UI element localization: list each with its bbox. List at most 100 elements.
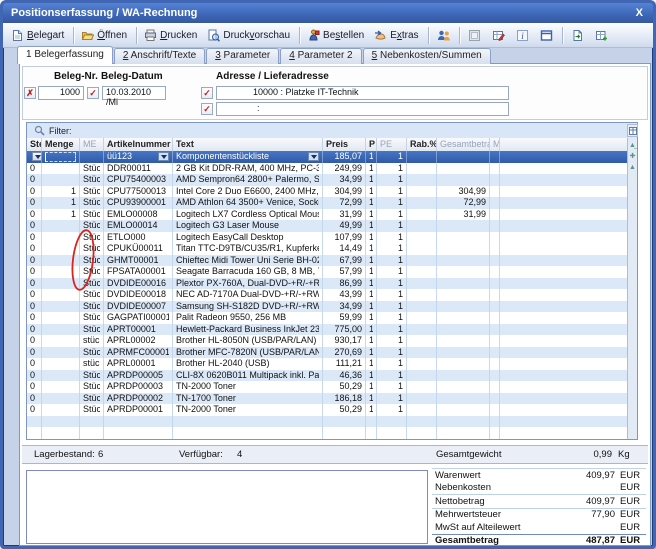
grid-header[interactable]: SteuMengeMEArtikelnummerTextPreisPPERab.… [27,138,629,152]
table-row[interactable]: 0StückAPRDP00002TN-1700 Toner186,1811 [27,393,629,405]
cell [490,416,500,428]
totals-row: Mehrwertsteuer77,90EUR [432,508,646,522]
column-header-M[interactable]: M [490,138,500,151]
cell [407,186,437,198]
window-button[interactable] [535,25,559,46]
cell [407,289,437,301]
cell [437,243,490,255]
table-row[interactable]: 0StückAPRT00001Hewlett-Packard Business … [27,324,629,336]
adresse-check-icon[interactable]: ✓ [201,87,213,99]
cell: Seagate Barracuda 160 GB, 8 MB, 7200, NC [173,266,323,278]
column-header-Artikelnummer[interactable]: Artikelnummer [104,138,173,151]
toolbar-button-druckvorschau[interactable]: Druckvorschau [203,25,296,46]
insert-row-icon[interactable]: ✚ [628,151,637,162]
cell-text: Logitech EasyCall Desktop [176,232,319,244]
table-row[interactable]: 0StückDVDIDE00018NEC AD-7170A Dual-DVD-+… [27,289,629,301]
column-header-Preis[interactable]: Preis [323,138,366,151]
table-row[interactable]: 0StückGHMT00001Chieftec Midi Tower Uni S… [27,255,629,267]
tab-3-parameter[interactable]: 3 Parameter [206,48,279,64]
cell-text: APRT00001 [107,324,169,336]
column-header-Rab.%[interactable]: Rab.% [407,138,437,151]
notes-box[interactable] [26,470,428,544]
beleg-datum-input[interactable]: 10.03.2010 /Mi [102,86,166,100]
cell: 1 [42,186,80,198]
cell: Stück [80,404,104,416]
table-row[interactable]: 0StückAPRDP00003TN-2000 Toner50,2911 [27,381,629,393]
adresse-input[interactable]: 10000 : Platzke IT-Technik [216,86,509,100]
cell [27,427,42,439]
delete-icon[interactable]: ✗ [24,87,36,99]
table-row[interactable]: 0StückAPRMFC00001Brother MFC-7820N (USB/… [27,347,629,359]
table-row[interactable]: 0StückAPRDP00001TN-2000 Toner50,2911 [27,404,629,416]
column-header-Text[interactable]: Text [173,138,323,151]
toolbar-button-drucken[interactable]: Drucken [140,25,203,46]
table-row[interactable] [27,416,629,428]
toolbar-button--ffnen[interactable]: Öffnen [77,25,133,46]
lieferadresse-input[interactable]: : [216,102,509,116]
text-dropdown[interactable] [308,152,319,161]
cell [437,255,490,267]
table-row[interactable]: 0stückAPRL00002Brother HL-8050N (USB/PAR… [27,335,629,347]
column-header-Gesamtbetrag[interactable]: Gesamtbetrag [437,138,490,151]
column-header-PE[interactable]: PE [377,138,407,151]
table-row[interactable]: 0stückAPRL00001Brother HL-2040 (USB)111,… [27,358,629,370]
panel-button[interactable] [463,25,487,46]
scroll-top-icon[interactable]: ▲̲ [628,140,637,151]
menge-editor[interactable] [45,152,76,162]
cell [80,416,104,428]
toolbar-button-belegart[interactable]: Belegart [7,25,70,46]
grid-scrollbar[interactable]: ▲̲ ✚ ▲ [627,138,637,439]
tab-2-anschrift-texte[interactable]: 2 Anschrift/Texte [114,48,205,64]
table-row[interactable]: 01StückCPU77500013Intel Core 2 Duo E6600… [27,186,629,198]
scroll-up-icon[interactable]: ▲ [628,162,637,173]
cell: 1 [366,393,377,405]
date-check-icon[interactable]: ✓ [87,87,99,99]
table-row[interactable]: 0StückGAGPATI00001Palit Radeon 9550, 256… [27,312,629,324]
doc-export-button[interactable] [566,25,590,46]
grid-corner-icon[interactable] [627,124,638,137]
cell-text: 1 [369,220,373,232]
table-row[interactable]: 01StückCPU93900001AMD Athlon 64 3500+ Ve… [27,197,629,209]
table-row[interactable]: 0StückDVDIDE00016Plextor PX-760A, Dual-D… [27,278,629,290]
lieferadresse-check-icon[interactable]: ✓ [201,103,213,115]
table-row[interactable]: 0StückDDR000112 GB Kit DDR-RAM, 400 MHz,… [27,163,629,175]
cell: Palit Radeon 9550, 256 MB [173,312,323,324]
table-row[interactable]: 0StückEMLO00014Logitech G3 Laser Mouse49… [27,220,629,232]
artikelnummer-dropdown[interactable] [158,152,169,161]
table-row[interactable]: 01StückEMLO00008Logitech LX7 Cordless Op… [27,209,629,221]
tab-1-belegerfassung[interactable]: 1 Belegerfassung [17,46,113,64]
info-button[interactable]: i [511,25,535,46]
cell [490,243,500,255]
toolbar-button-bestellen[interactable]: Bestellen [303,25,370,46]
table-row[interactable]: 0üü123Komponentenstückliste185,0711 [27,151,629,163]
cell: 1 [377,186,407,198]
table-add-button[interactable] [590,25,614,46]
column-header-filler[interactable] [500,138,629,151]
table-edit-button[interactable] [487,25,511,46]
users-button[interactable] [432,25,456,46]
tab-5-nebenkosten-summen[interactable]: 5 Nebenkosten/Summen [363,48,491,64]
cell-text: 1 [380,358,403,370]
table-row[interactable]: 0StückCPU75400003AMD Sempron64 2800+ Pal… [27,174,629,186]
beleg-nr-input[interactable]: 1000 [38,86,84,100]
table-row[interactable]: 0StückAPRDP00005CLI-8X 0620B011 Multipac… [27,370,629,382]
toolbar-button-extras[interactable]: Extras [370,25,424,46]
column-header-ME[interactable]: ME [80,138,104,151]
cell-text: 1 [369,335,373,347]
table-row[interactable] [27,427,629,439]
filter-bar[interactable]: Filter: [27,123,637,139]
cell: 1 [366,151,377,163]
close-button[interactable]: X [634,7,645,19]
column-header-Menge[interactable]: Menge [42,138,80,151]
column-header-P[interactable]: P [366,138,377,151]
cell-text: APRMFC00001 [107,347,169,359]
table-row[interactable]: 0StückETLO000Logitech EasyCall Desktop10… [27,232,629,244]
column-header-Steu[interactable]: Steu [27,138,42,151]
cell: 0 [27,324,42,336]
cell-text: APRDP00005 [107,370,169,382]
table-row[interactable]: 0StückFPSATA00001Seagate Barracuda 160 G… [27,266,629,278]
table-row[interactable]: 0StückCPUKÜ00011Titan TTC-D9TB/CU35/R1, … [27,243,629,255]
tab-4-parameter-2[interactable]: 4 Parameter 2 [280,48,361,64]
steu-dropdown[interactable] [32,152,42,161]
table-row[interactable]: 0StückDVDIDE00007Samsung SH-S182D DVD-+R… [27,301,629,313]
